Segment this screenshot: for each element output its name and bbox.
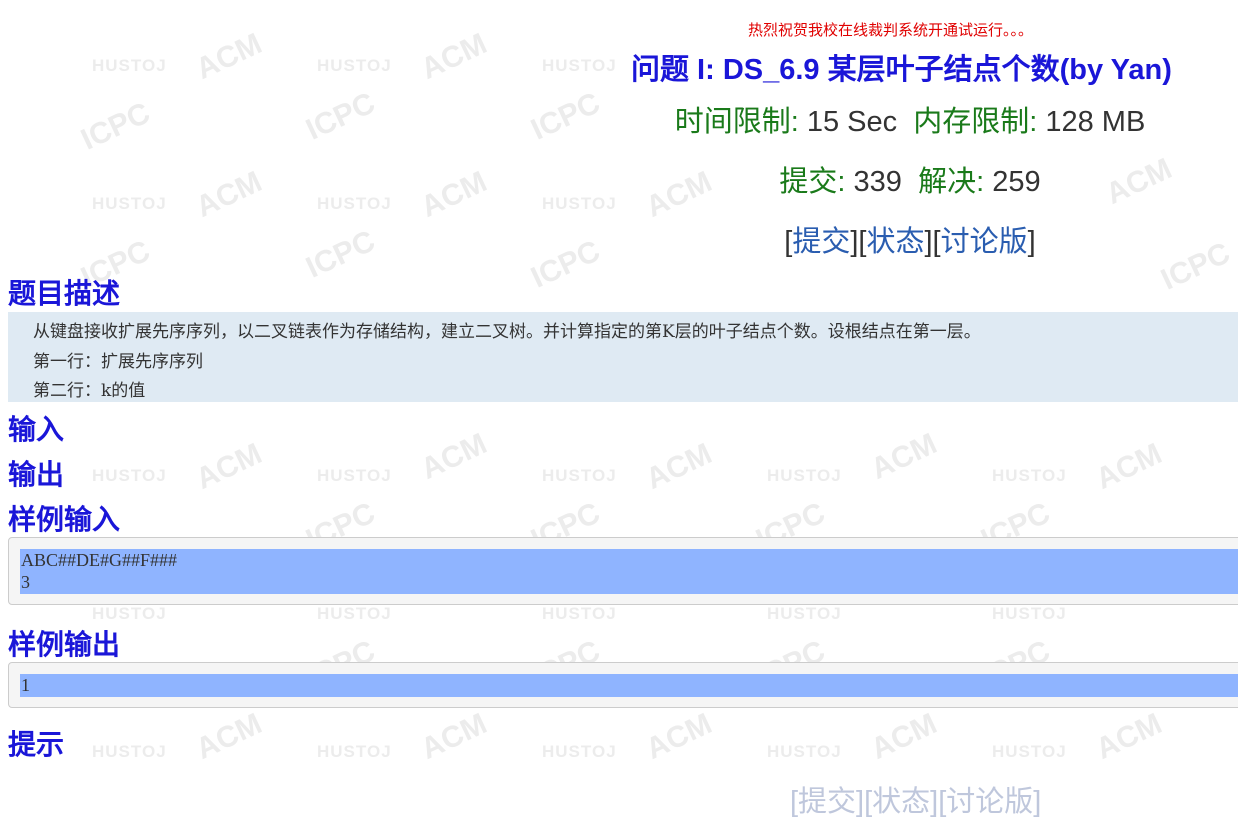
bottom-action-links[interactable]: [提交][状态][讨论版] <box>790 778 1041 820</box>
description-panel: 从键盘接收扩展先序序列，以二叉链表作为存储结构，建立二叉树。并计算指定的第K层的… <box>8 312 1238 402</box>
description-line: 从键盘接收扩展先序序列，以二叉链表作为存储结构，建立二叉树。并计算指定的第K层的… <box>33 322 981 342</box>
announcement-text: 热烈祝贺我校在线裁判系统开通试运行。。。 <box>748 21 1034 39</box>
solved-count-value: 259 <box>992 166 1041 198</box>
sample-input-line: ABC##DE#G##F### <box>21 550 178 570</box>
time-limit-label: 时间限制: <box>674 106 799 138</box>
text-selection-highlight <box>20 549 1238 594</box>
memory-limit-label: 内存限制: <box>913 106 1038 138</box>
input-heading: 输入 <box>8 413 65 446</box>
text-selection-highlight <box>20 674 1238 697</box>
sample-input-box[interactable]: ABC##DE#G##F### 3 <box>8 537 1238 605</box>
time-limit-value: 15 Sec <box>806 106 898 138</box>
sample-output-line: 1 <box>21 675 30 695</box>
submission-stats-row: 提交: 339 解决: 259 <box>500 158 1238 200</box>
sample-output-box[interactable]: 1 <box>8 662 1238 708</box>
description-heading: 题目描述 <box>8 277 121 310</box>
sample-output-heading: 样例输出 <box>8 628 121 661</box>
status-link[interactable]: 状态 <box>866 226 924 258</box>
problem-page: 热烈祝贺我校在线裁判系统开通试运行。。。 问题 I: DS_6.9 某层叶子结点… <box>0 0 1238 818</box>
submit-count-value: 339 <box>853 166 902 198</box>
limits-row: 时间限制: 15 Sec 内存限制: 128 MB <box>500 98 1238 140</box>
submit-count-label: 提交: <box>779 166 846 198</box>
submit-link[interactable]: 提交 <box>792 226 850 258</box>
sample-input-line: 3 <box>21 572 30 592</box>
problem-title: 问题 I: DS_6.9 某层叶子结点个数(by Yan) <box>631 54 1172 86</box>
sample-input-heading: 样例输入 <box>8 503 121 536</box>
memory-limit-value: 128 MB <box>1045 106 1146 138</box>
discuss-link[interactable]: 讨论版 <box>941 226 1028 258</box>
description-line: 第二行：k的值 <box>33 381 146 401</box>
hint-heading: 提示 <box>8 728 65 761</box>
output-heading: 输出 <box>8 458 65 491</box>
description-line: 第一行：扩展先序序列 <box>33 352 203 372</box>
solved-count-label: 解决: <box>918 166 985 198</box>
action-links-row: [提交][状态][讨论版] <box>784 226 1036 258</box>
